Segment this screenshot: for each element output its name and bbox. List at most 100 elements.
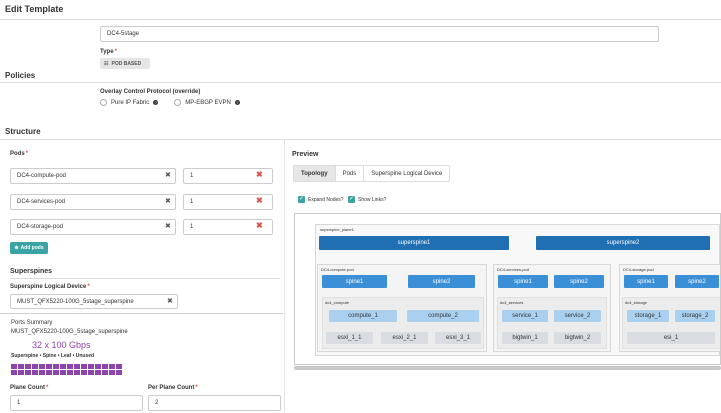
structure-title: Structure [5,127,41,136]
port-cell [109,364,115,369]
port-cell [74,364,80,369]
times-icon[interactable]: ✖ [165,197,171,205]
tab-topology[interactable]: Topology [294,166,336,181]
server-node[interactable]: esxi_1_1 [326,332,373,344]
add-pods-button[interactable]: ⊕ Add pods [10,242,48,254]
pod-label: DC4-compute-pod [321,267,354,272]
delete-pod-icon[interactable]: ✖ [256,170,263,179]
superspine-node[interactable]: superspine2 [536,236,710,250]
show-links-label: Show Links? [358,196,387,203]
spine-node[interactable]: spine2 [408,275,475,288]
port-cell [32,370,38,375]
pod-label: DC4-storage-pod [623,267,654,272]
rack-label: dc4_services [500,300,524,305]
leaf-node[interactable]: storage_1 [627,310,669,322]
type-label: Type* [100,49,117,55]
port-cell [60,370,66,375]
leaf-node[interactable]: compute_2 [407,310,479,322]
plane-count-input[interactable]: 1 [10,395,143,411]
port-cell [25,370,31,375]
divider [0,313,283,314]
port-cell [81,364,87,369]
radio-pure-ip[interactable] [100,99,107,106]
leaf-node[interactable]: service_1 [502,310,548,322]
option-pure-ip-label: Pure IP Fabric [111,99,150,106]
divider [10,278,280,279]
port-cell [18,364,24,369]
port-cell [46,364,52,369]
question-circle-icon[interactable]: ? [153,100,159,105]
leaf-node[interactable]: storage_2 [675,310,715,322]
template-name-input[interactable]: DC4-5stage [100,26,659,42]
port-cell [46,370,52,375]
overlay-label: Overlay Control Protocol (override) [100,89,201,95]
server-node[interactable]: esxi_3_1 [435,332,481,344]
port-grid [11,364,122,375]
spine-node[interactable]: spine1 [322,275,387,288]
port-cell [11,370,17,375]
policies-title: Policies [5,71,36,80]
server-node[interactable]: esxi_2_1 [381,332,428,344]
overlay-options: Pure IP Fabric ? MP-EBGP EVPN ? [100,99,240,106]
tab-superspine-logical-device[interactable]: Superspine Logical Device [364,166,449,181]
ports-summary-title: Ports Summary [11,320,53,326]
port-cell [39,364,45,369]
delete-pod-icon[interactable]: ✖ [256,196,263,205]
question-circle-icon[interactable]: ? [234,100,240,105]
port-speed: 32 x 100 Gbps [32,340,91,350]
ss-device-select[interactable]: MUST_QFX5220-100G_5stage_superspine [10,294,178,309]
check-icon[interactable]: ✓ [348,196,355,203]
port-cell [102,364,108,369]
times-icon[interactable]: ✖ [165,171,171,179]
port-cell [116,364,122,369]
spine-node[interactable]: spine2 [554,275,604,288]
pod-select[interactable]: DC4-compute-pod [10,168,176,184]
spine-node[interactable]: spine1 [624,275,668,288]
delete-pod-icon[interactable]: ✖ [256,221,263,230]
check-icon[interactable]: ✓ [298,196,305,203]
times-icon[interactable]: ✖ [165,222,171,230]
option-mp-ebgp-label: MP-EBGP EVPN [185,99,231,106]
preview-tabs: Topology Pods Superspine Logical Device [293,165,451,182]
page-title: Edit Template [5,4,64,14]
port-cell [32,364,38,369]
show-links-toggle[interactable]: ✓ Show Links? [348,196,386,203]
topology-canvas[interactable]: superspine_plane1 superspine1 superspine… [294,213,721,365]
spine-node[interactable]: spine2 [675,275,719,288]
port-cell [88,370,94,375]
port-cell [116,370,122,375]
superspines-title: Superspines [10,268,53,275]
server-node[interactable]: bigtwin_1 [502,332,548,344]
port-cell [102,370,108,375]
times-icon[interactable]: ✖ [167,297,173,305]
per-plane-count-input[interactable]: 2 [148,395,281,411]
rack-label: dc4_storage [625,300,648,305]
spine-node[interactable]: spine1 [498,275,548,288]
tab-pods[interactable]: Pods [336,166,365,181]
port-cell [53,370,59,375]
leaf-node[interactable]: service_2 [554,310,601,322]
rack-label: dc4_compute [325,300,350,305]
server-node[interactable]: esi_1 [627,332,715,344]
ports-device-name: MUST_QFX5220-100G_5stage_superspine [11,329,128,335]
server-node[interactable]: bigtwin_2 [554,332,601,344]
port-cell [95,370,101,375]
pod-select[interactable]: DC4-storage-pod [10,219,176,235]
expand-nodes-toggle[interactable]: ✓ Expand Nodes? [298,196,344,203]
port-cell [88,364,94,369]
per-plane-count-label: Per Plane Count* [148,385,198,391]
radio-mp-ebgp[interactable] [174,99,182,106]
type-badge: ☷ POD BASED [100,58,150,69]
port-cell [81,370,87,375]
preview-title: Preview [292,151,319,158]
column-divider [284,140,285,413]
port-cell [95,364,101,369]
expand-nodes-label: Expand Nodes? [308,196,344,203]
leaf-node[interactable]: compute_1 [329,310,397,322]
superspine-node[interactable]: superspine1 [319,236,509,250]
header-bar [0,0,721,20]
port-legend: Superspine • Spine • Leaf • Unused [11,353,95,359]
pod-select[interactable]: DC4-services-pod [10,194,176,210]
port-cell [11,364,17,369]
horizontal-scrollbar[interactable] [294,366,721,370]
